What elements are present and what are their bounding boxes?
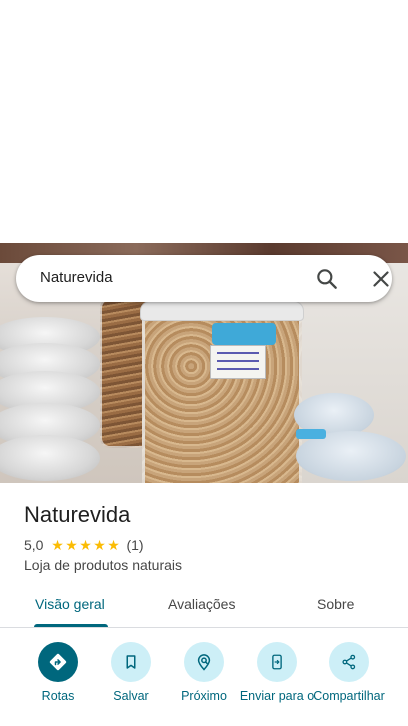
nearby-label: Próximo [181,689,227,703]
save-label: Salvar [113,689,149,703]
send-to-phone-label: Enviar para o [239,689,315,703]
directions-icon [49,653,67,671]
search-input[interactable]: Naturevida [40,269,113,286]
share-icon [342,654,356,670]
star-icon: ★ [79,537,92,553]
directions-button[interactable]: Rotas [18,642,98,703]
send-to-phone-button[interactable]: Enviar para o [237,642,317,703]
share-button[interactable]: Compartilhar [309,642,389,703]
send-to-phone-icon [272,654,282,670]
star-icon: ★ [51,537,64,553]
search-bar[interactable]: Naturevida [16,255,392,302]
star-icon: ★ [107,537,120,553]
active-tab-indicator [34,624,108,627]
rating-value: 5,0 [24,537,44,553]
star-rating: ★ ★ ★ ★ ★ [50,538,120,552]
directions-label: Rotas [41,689,75,703]
place-title: Naturevida [24,502,131,527]
place-category[interactable]: Loja de produtos naturais [24,557,182,573]
nearby-button[interactable]: Próximo [164,642,244,703]
rating-row[interactable]: 5,0 ★ ★ ★ ★ ★ (1) [24,537,144,553]
tab-overview[interactable]: Visão geral [35,596,105,612]
tab-about[interactable]: Sobre [317,596,354,612]
search-icon[interactable] [314,266,340,292]
tab-bar: Visão geral Avaliações Sobre [0,586,408,628]
tab-reviews[interactable]: Avaliações [168,596,235,612]
share-label: Compartilhar [313,689,385,703]
map-blank-area [0,0,408,243]
review-count[interactable]: (1) [126,537,143,553]
save-button[interactable]: Salvar [91,642,171,703]
nearby-icon [197,654,211,671]
close-icon[interactable] [368,266,394,292]
action-bar: Rotas Salvar Próximo Enviar para o Compa… [0,640,408,726]
bookmark-icon [126,655,136,669]
star-icon: ★ [93,537,106,553]
star-icon: ★ [65,537,78,553]
